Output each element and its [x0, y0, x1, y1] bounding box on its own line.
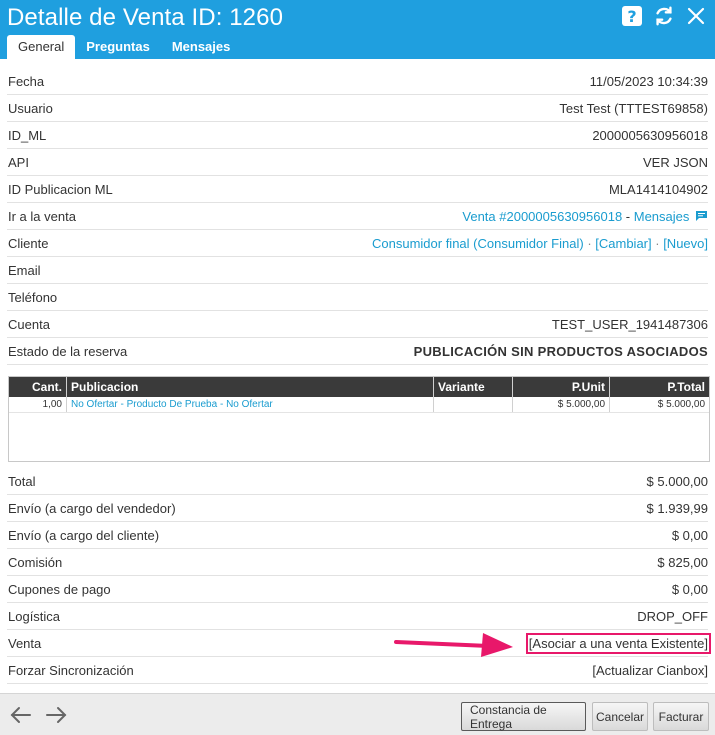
ver-json-link[interactable]: VER JSON: [643, 155, 708, 170]
field-fecha: Fecha 11/05/2023 10:34:39: [7, 68, 708, 95]
field-label: Estado de la reserva: [8, 344, 128, 359]
field-value-group: Consumidor final (Consumidor Final) · [C…: [372, 236, 708, 251]
field-label: Envío (a cargo del cliente): [8, 528, 160, 543]
field-label: ID Publicacion ML: [8, 182, 113, 197]
field-label: Comisión: [8, 555, 63, 570]
venta-link[interactable]: Venta #2000005630956018: [462, 209, 622, 224]
dialog-header: Detalle de Venta ID: 1260 ? General Preg…: [0, 0, 715, 59]
field-label: Cuenta: [8, 317, 50, 332]
field-comision: Comisión $ 825,00: [7, 549, 708, 576]
field-label: Cupones de pago: [8, 582, 111, 597]
cell-punit: $ 5.000,00: [513, 397, 610, 412]
field-value: 11/05/2023 10:34:39: [589, 74, 708, 89]
field-cuenta: Cuenta TEST_USER_1941487306: [7, 311, 708, 338]
field-value: $ 5.000,00: [646, 474, 708, 489]
field-label: Ir a la venta: [8, 209, 76, 224]
field-total: Total $ 5.000,00: [7, 468, 708, 495]
field-venta: Venta [Asociar a una venta Existente]: [7, 630, 712, 657]
nuevo-cliente-link[interactable]: [Nuevo]: [663, 236, 708, 251]
column-header[interactable]: P.Total: [610, 377, 709, 397]
chat-icon[interactable]: [695, 210, 708, 222]
cell-cant: 1,00: [9, 397, 67, 412]
field-label: Email: [8, 263, 41, 278]
field-cliente: Cliente Consumidor final (Consumidor Fin…: [7, 230, 708, 257]
field-value: $ 0,00: [671, 528, 708, 543]
field-label: Usuario: [8, 101, 53, 116]
facturar-button[interactable]: Facturar: [653, 702, 709, 731]
help-icon[interactable]: ?: [621, 5, 643, 27]
actualizar-cianbox-link[interactable]: [Actualizar Cianbox]: [592, 663, 708, 678]
header-actions: ?: [621, 5, 707, 27]
field-label: Envío (a cargo del vendedor): [8, 501, 176, 516]
field-value: 2000005630956018: [592, 128, 708, 143]
cambiar-cliente-link[interactable]: [Cambiar]: [595, 236, 651, 251]
totals-fields: Total $ 5.000,00 Envío (a cargo del vend…: [0, 468, 715, 684]
arrow-left-icon[interactable]: [10, 706, 32, 726]
field-usuario: Usuario Test Test (TTTEST69858): [7, 95, 708, 122]
field-envio-cliente: Envío (a cargo del cliente) $ 0,00: [7, 522, 708, 549]
field-telefono: Teléfono: [7, 284, 708, 311]
field-api: API VER JSON: [7, 149, 708, 176]
cell-variante: [434, 397, 513, 412]
detail-fields: Fecha 11/05/2023 10:34:39 Usuario Test T…: [0, 68, 715, 365]
table-row[interactable]: 1,00 No Ofertar - Producto De Prueba - N…: [9, 397, 709, 413]
tab-bar: General Preguntas Mensajes: [7, 35, 241, 59]
field-cupones: Cupones de pago $ 0,00: [7, 576, 708, 603]
field-forzar-sync: Forzar Sincronización [Actualizar Cianbo…: [7, 657, 708, 684]
separator: -: [622, 209, 634, 224]
field-label: Forzar Sincronización: [8, 663, 134, 678]
tab-mensajes[interactable]: Mensajes: [161, 35, 242, 59]
field-label: Cliente: [8, 236, 49, 251]
field-label: ID_ML: [8, 128, 47, 143]
cancel-button[interactable]: Cancelar: [592, 702, 648, 731]
field-label: API: [8, 155, 29, 170]
field-value: DROP_OFF: [637, 609, 708, 624]
column-header[interactable]: P.Unit: [513, 377, 610, 397]
field-value: MLA1414104902: [608, 182, 708, 197]
tab-general[interactable]: General: [7, 35, 76, 59]
constancia-entrega-button[interactable]: Constancia de Entrega: [461, 702, 586, 731]
field-value: $ 0,00: [671, 582, 708, 597]
dialog-footer: Constancia de Entrega Cancelar Facturar: [0, 693, 715, 735]
column-header[interactable]: Cant.: [9, 377, 67, 397]
tab-preguntas[interactable]: Preguntas: [75, 35, 161, 59]
items-table: Cant. Publicacion Variante P.Unit P.Tota…: [8, 376, 710, 462]
field-label: Fecha: [8, 74, 45, 89]
cliente-link[interactable]: Consumidor final (Consumidor Final): [372, 236, 584, 251]
field-value: Test Test (TTTEST69858): [559, 101, 708, 116]
separator: ·: [583, 236, 596, 251]
field-value: TEST_USER_1941487306: [551, 317, 708, 332]
field-label: Venta: [8, 636, 42, 651]
field-label: Logística: [8, 609, 61, 624]
field-id-ml: ID_ML 2000005630956018: [7, 122, 708, 149]
status-warning: PUBLICACIÓN SIN PRODUCTOS ASOCIADOS: [413, 344, 708, 359]
column-header[interactable]: Publicacion: [67, 377, 434, 397]
arrow-right-icon[interactable]: [45, 706, 67, 726]
field-value: $ 1.939,99: [646, 501, 708, 516]
field-id-publicacion: ID Publicacion ML MLA1414104902: [7, 176, 708, 203]
column-header[interactable]: Variante: [434, 377, 513, 397]
field-label: Total: [8, 474, 36, 489]
table-header: Cant. Publicacion Variante P.Unit P.Tota…: [9, 377, 709, 397]
asociar-venta-link[interactable]: [Asociar a una venta Existente]: [525, 633, 712, 654]
refresh-icon[interactable]: [653, 5, 675, 27]
mensajes-link[interactable]: Mensajes: [634, 209, 690, 224]
close-icon[interactable]: [685, 5, 707, 27]
field-value-group: Venta #2000005630956018 - Mensajes: [462, 209, 708, 224]
field-email: Email: [7, 257, 708, 284]
field-ir-venta: Ir a la venta Venta #2000005630956018 - …: [7, 203, 708, 230]
separator: ·: [651, 236, 664, 251]
field-estado-reserva: Estado de la reserva PUBLICACIÓN SIN PRO…: [7, 338, 708, 365]
field-logistica: Logística DROP_OFF: [7, 603, 708, 630]
dialog-title: Detalle de Venta ID: 1260: [7, 4, 284, 31]
field-envio-vendedor: Envío (a cargo del vendedor) $ 1.939,99: [7, 495, 708, 522]
cell-ptotal: $ 5.000,00: [657, 399, 705, 410]
cell-publicacion[interactable]: No Ofertar - Producto De Prueba - No Ofe…: [67, 397, 434, 412]
field-value: $ 825,00: [657, 555, 708, 570]
field-label: Teléfono: [8, 290, 58, 305]
